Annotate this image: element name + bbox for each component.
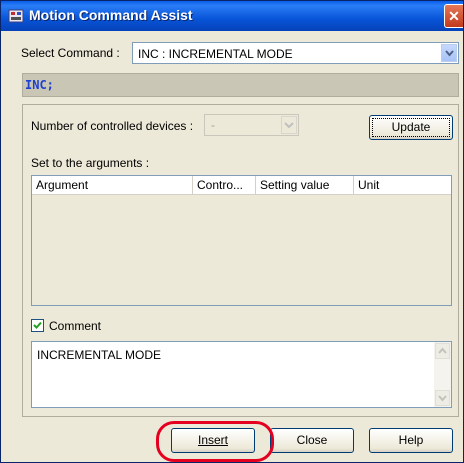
close-window-button[interactable]: ✕ — [444, 4, 463, 28]
devices-dropdown: - — [204, 114, 299, 136]
select-command-value: INC : INCREMENTAL MODE — [138, 47, 293, 61]
scroll-down-button[interactable] — [435, 390, 450, 406]
close-button-label: Close — [296, 433, 328, 447]
scroll-up-button[interactable] — [435, 343, 450, 359]
devices-dropdown-arrow — [281, 116, 297, 134]
select-command-dropdown[interactable]: INC : INCREMENTAL MODE — [132, 42, 459, 64]
arguments-label: Set to the arguments : — [31, 156, 150, 170]
comment-scrollbar[interactable] — [434, 342, 451, 407]
devices-value: - — [211, 118, 215, 132]
select-command-arrow[interactable] — [441, 44, 457, 62]
help-button[interactable]: Help — [369, 428, 453, 453]
close-icon: ✕ — [448, 8, 460, 24]
insert-highlight-annotation — [156, 421, 274, 462]
update-button-label: Update — [391, 120, 431, 134]
comment-textarea[interactable]: INCREMENTAL MODE — [31, 341, 452, 408]
command-code-text: INC; — [25, 78, 54, 92]
window-title: Motion Command Assist — [29, 7, 193, 23]
chevron-down-icon — [438, 395, 447, 402]
title-bar[interactable]: Motion Command Assist ✕ — [1, 1, 463, 31]
comment-label[interactable]: Comment — [49, 319, 101, 333]
column-header-setting-value[interactable]: Setting value — [256, 176, 354, 194]
select-command-label: Select Command : — [21, 46, 120, 60]
chevron-down-icon — [445, 50, 454, 57]
column-header-control[interactable]: Contro... — [193, 176, 256, 194]
arguments-table[interactable]: Argument Contro... Setting value Unit — [31, 175, 452, 306]
comment-checkbox[interactable] — [31, 319, 44, 332]
devices-label: Number of controlled devices : — [31, 119, 194, 133]
motion-command-assist-window: Motion Command Assist ✕ Select Command :… — [0, 0, 464, 463]
checkmark-icon — [33, 321, 42, 329]
column-header-unit[interactable]: Unit — [354, 176, 451, 194]
arguments-table-header: Argument Contro... Setting value Unit — [32, 176, 451, 195]
command-code-preview: INC; — [22, 73, 459, 97]
app-icon — [8, 9, 24, 23]
update-button[interactable]: Update — [369, 115, 453, 140]
comment-text: INCREMENTAL MODE — [37, 348, 162, 362]
chevron-up-icon — [438, 347, 447, 354]
close-button[interactable]: Close — [270, 428, 354, 453]
help-button-label: Help — [398, 433, 424, 447]
column-header-argument[interactable]: Argument — [32, 176, 193, 194]
chevron-down-icon — [284, 122, 294, 129]
